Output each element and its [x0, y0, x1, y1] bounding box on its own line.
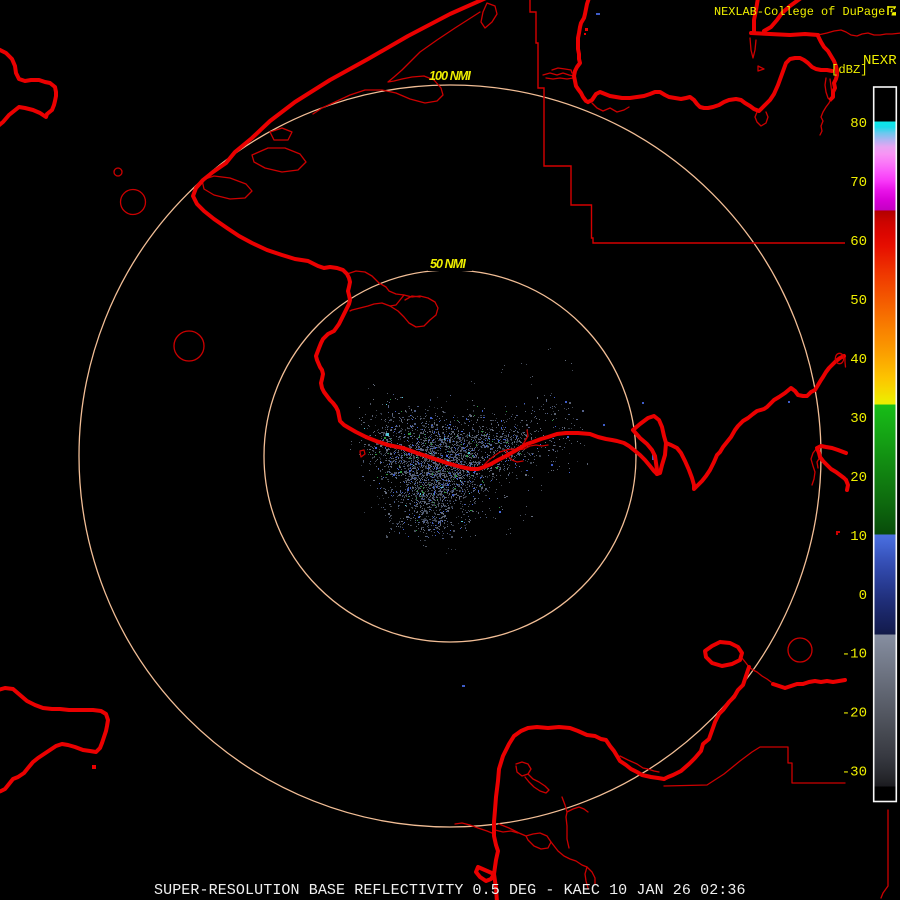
svg-text:NEXLAB-College of DuPage: NEXLAB-College of DuPage — [714, 5, 885, 19]
svg-text:-20: -20 — [842, 706, 867, 722]
svg-text:80: 80 — [850, 116, 867, 132]
svg-text:70: 70 — [850, 175, 867, 191]
svg-text:0: 0 — [859, 588, 867, 604]
svg-text:100 NMI: 100 NMI — [429, 69, 471, 83]
svg-text:50 NMI: 50 NMI — [430, 257, 466, 271]
svg-text:-30: -30 — [842, 765, 867, 781]
svg-text:20: 20 — [850, 470, 867, 486]
svg-text:SUPER-RESOLUTION BASE REFLECTI: SUPER-RESOLUTION BASE REFLECTIVITY 0.5 D… — [154, 882, 746, 899]
svg-text:30: 30 — [850, 411, 867, 427]
svg-text:60: 60 — [850, 234, 867, 250]
svg-text:[dBZ]: [dBZ] — [831, 63, 868, 77]
svg-text:-10: -10 — [842, 647, 867, 663]
svg-text:50: 50 — [850, 293, 867, 309]
svg-text:10: 10 — [850, 529, 867, 545]
svg-text:NEXR: NEXR — [863, 53, 897, 69]
svg-text:40: 40 — [850, 352, 867, 368]
